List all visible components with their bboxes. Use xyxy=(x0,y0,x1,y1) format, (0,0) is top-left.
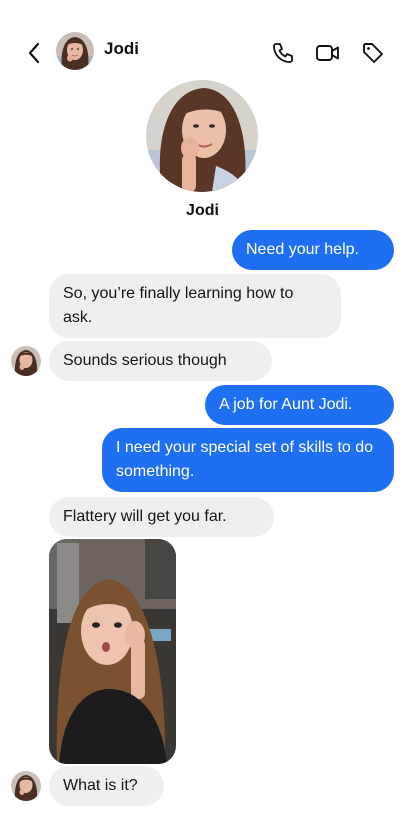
profile-name: Jodi xyxy=(186,202,219,219)
tag-button[interactable] xyxy=(360,40,386,66)
conversation-header: Jodi xyxy=(0,0,405,80)
call-button[interactable] xyxy=(270,40,296,66)
contact-name[interactable]: Jodi xyxy=(104,39,139,59)
contact-avatar[interactable] xyxy=(56,32,94,70)
profile-photo[interactable] xyxy=(146,80,258,192)
outgoing-message[interactable]: Need your help. xyxy=(232,230,394,270)
incoming-message[interactable]: Flattery will get you far. xyxy=(49,497,274,537)
outgoing-message[interactable]: I need your special set of skills to do … xyxy=(102,428,394,492)
incoming-message[interactable]: What is it? xyxy=(49,766,164,806)
video-camera-icon xyxy=(316,45,339,61)
video-message[interactable] xyxy=(49,539,176,764)
phone-icon xyxy=(273,43,293,63)
incoming-message[interactable]: So, you’re finally learning how to ask. xyxy=(49,274,341,338)
incoming-message[interactable]: Sounds serious though xyxy=(49,341,272,381)
outgoing-message[interactable]: A job for Aunt Jodi. xyxy=(205,385,394,425)
video-call-button[interactable] xyxy=(315,40,341,66)
sender-avatar xyxy=(11,771,41,801)
tag-icon xyxy=(363,43,383,63)
back-button[interactable] xyxy=(22,38,46,68)
sender-avatar xyxy=(11,346,41,376)
back-chevron-icon xyxy=(28,42,40,64)
